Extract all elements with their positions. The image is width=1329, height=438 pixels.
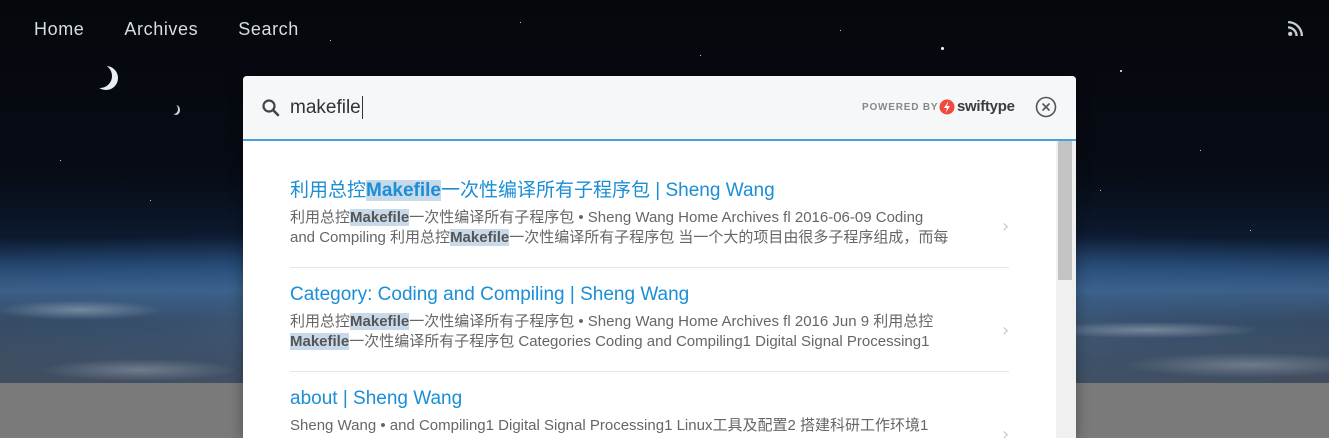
snippet-text: and Compiling 利用总控 (290, 229, 451, 246)
powered-by-label: POWERED BY (862, 102, 939, 113)
result-title-text: 一次性编译所有子程序包 | Sheng Wang (441, 180, 775, 201)
snippet-text: 一次性编译所有子程序包 当一个大的项目由很多子程序组成，而每 (509, 229, 949, 246)
text-caret (362, 96, 363, 119)
search-result[interactable]: about | Sheng Wang Sheng Wang • and Comp… (290, 388, 1010, 438)
snippet-text: 利用总控 (290, 313, 351, 330)
star (1250, 230, 1251, 231)
star (840, 30, 841, 31)
snippet-text: 一次性编译所有子程序包 Categories Coding and Compil… (349, 333, 930, 350)
swiftype-brand[interactable]: swiftype (957, 98, 1015, 115)
snippet-text: Sheng Wang • and Compiling1 Digital Sign… (290, 417, 929, 434)
search-result[interactable]: 利用总控Makefile一次性编译所有子程序包 | Sheng Wang 利用总… (290, 180, 1009, 248)
search-result[interactable]: Category: Coding and Compiling | Sheng W… (290, 284, 1009, 352)
search-input[interactable] (290, 93, 810, 123)
search-results: 利用总控Makefile一次性编译所有子程序包 | Sheng Wang 利用总… (243, 141, 1056, 438)
search-bar: POWERED BY swiftype (243, 76, 1076, 141)
snippet-highlight: Makefile (350, 209, 410, 226)
result-title-text: 利用总控 (290, 180, 367, 201)
star (1200, 150, 1201, 151)
snippet-text: 利用总控 (290, 209, 351, 226)
result-divider (290, 371, 1009, 372)
snippet-highlight: Makefile (290, 333, 350, 350)
rss-icon[interactable] (1287, 20, 1304, 37)
snippet-highlight: Makefile (450, 229, 510, 246)
snippet-text: 一次性编译所有子程序包 • Sheng Wang Home Archives f… (409, 313, 934, 330)
result-divider (290, 267, 1009, 268)
result-snippet: Sheng Wang • and Compiling1 Digital Sign… (290, 416, 980, 436)
chevron-right-icon: › (1002, 320, 1010, 341)
star (330, 40, 331, 41)
nav-home[interactable]: Home (34, 19, 84, 40)
snippet-text: 一次性编译所有子程序包 • Sheng Wang Home Archives f… (409, 209, 924, 226)
search-icon (262, 99, 280, 117)
star (700, 55, 701, 56)
result-title-highlight: Makefile (366, 180, 441, 201)
close-circle-icon[interactable] (1035, 96, 1057, 118)
swiftype-bolt-icon (939, 99, 955, 115)
result-snippet: 利用总控Makefile一次性编译所有子程序包 • Sheng Wang Hom… (290, 312, 980, 352)
nav-search[interactable]: Search (238, 19, 299, 40)
top-nav: Home Archives Search (34, 19, 299, 40)
result-title[interactable]: about | Sheng Wang (290, 388, 1009, 410)
moon-crescent (88, 64, 112, 88)
star (941, 47, 944, 50)
result-title[interactable]: 利用总控Makefile一次性编译所有子程序包 | Sheng Wang (290, 180, 1009, 202)
star (150, 200, 151, 201)
star (1100, 190, 1101, 191)
moon-small (170, 104, 178, 114)
result-title[interactable]: Category: Coding and Compiling | Sheng W… (290, 284, 1009, 306)
scrollbar-thumb[interactable] (1058, 141, 1072, 280)
star (1120, 70, 1122, 72)
chevron-right-icon: › (1002, 424, 1010, 438)
result-snippet: 利用总控Makefile一次性编译所有子程序包 • Sheng Wang Hom… (290, 208, 980, 248)
star (520, 22, 521, 23)
star (60, 160, 61, 161)
snippet-highlight: Makefile (350, 313, 410, 330)
nav-archives[interactable]: Archives (124, 19, 198, 40)
search-modal: POWERED BY swiftype 利用总控Makefile一次性编译所有子… (243, 76, 1076, 438)
chevron-right-icon: › (1002, 216, 1010, 237)
